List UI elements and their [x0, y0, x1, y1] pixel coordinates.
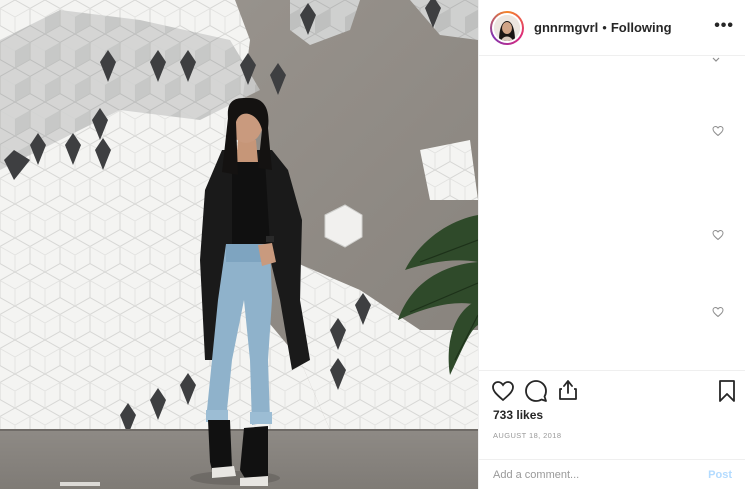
- post-date: AUGUST 18, 2018: [493, 431, 562, 440]
- post-comment-button[interactable]: Post: [708, 469, 732, 481]
- heart-icon[interactable]: [712, 306, 724, 318]
- bookmark-icon[interactable]: [717, 379, 737, 403]
- comments-list[interactable]: [479, 57, 745, 370]
- likes-count[interactable]: 733 likes: [493, 408, 543, 422]
- avatar-image: [494, 14, 520, 41]
- heart-icon[interactable]: [712, 125, 724, 137]
- post-panel: gnnrmgvrl • Following ••• 733 likes AUGU…: [478, 0, 745, 489]
- photo-illustration: [0, 0, 478, 489]
- post-actions: 733 likes AUGUST 18, 2018 Post: [479, 370, 745, 489]
- comment-input[interactable]: [493, 469, 709, 481]
- heart-icon[interactable]: [491, 379, 515, 403]
- post-photo[interactable]: [0, 0, 478, 489]
- separator-dot: •: [602, 20, 607, 35]
- share-icon[interactable]: [556, 378, 580, 402]
- avatar-ring: [492, 12, 522, 43]
- avatar[interactable]: [490, 10, 524, 45]
- comment-icon[interactable]: [524, 379, 548, 403]
- comment-box: Post: [479, 459, 745, 489]
- post-header: gnnrmgvrl • Following •••: [479, 0, 745, 56]
- username-link[interactable]: gnnrmgvrl: [534, 20, 598, 35]
- chevron-down-icon: [712, 57, 720, 62]
- avatar-portrait: [494, 14, 520, 41]
- more-options-button[interactable]: •••: [714, 17, 734, 35]
- heart-icon[interactable]: [712, 229, 724, 241]
- following-button[interactable]: Following: [611, 20, 672, 35]
